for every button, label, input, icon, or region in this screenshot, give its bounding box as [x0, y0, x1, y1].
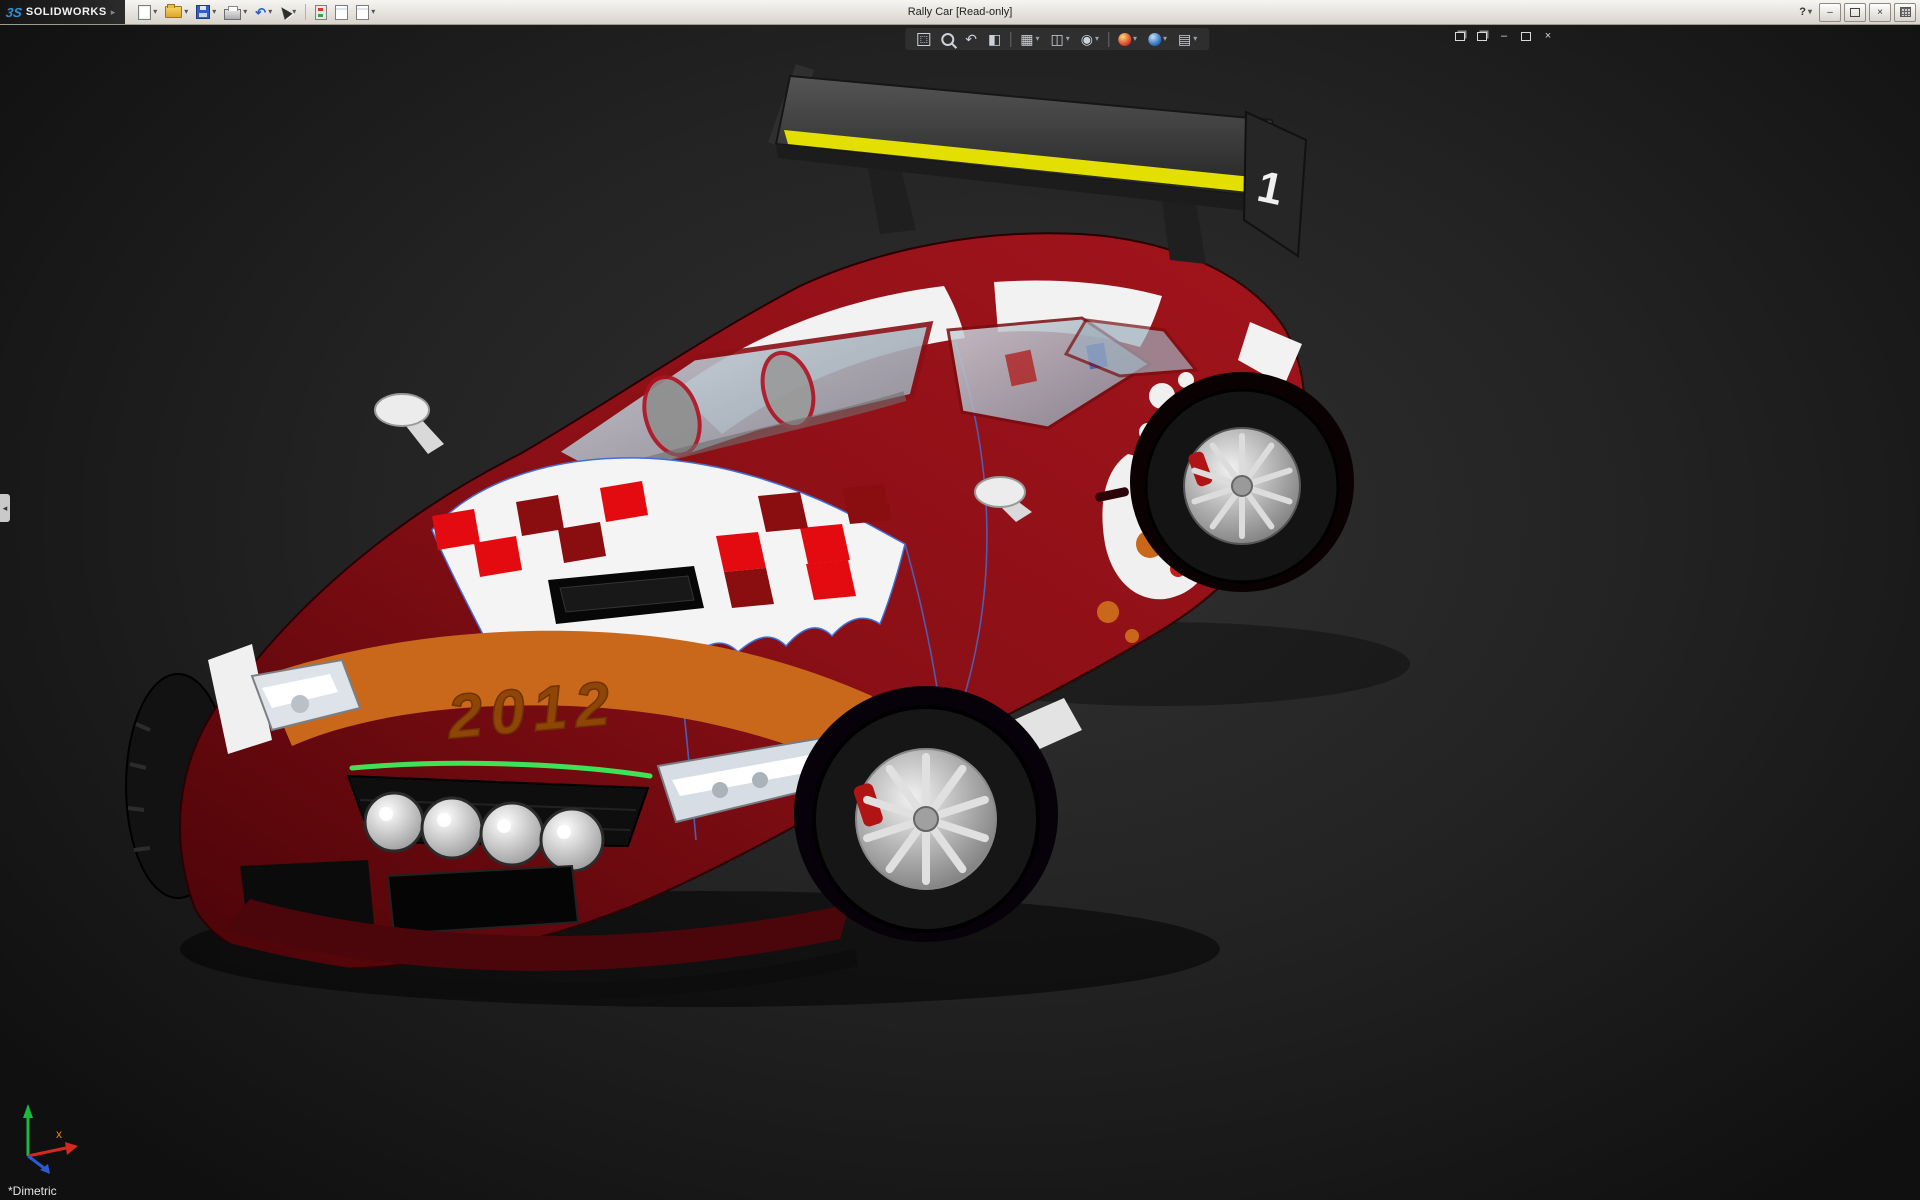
left-mirror — [374, 393, 430, 427]
rebuild-icon — [315, 4, 328, 20]
graphics-viewport[interactable]: 2012 1 ↶ ◧ ▦ ▾ ◫ ▾ ◉ ▾ ▾ ▾ ▤ ▾ – × ◂ x *… — [0, 24, 1920, 1200]
file-properties-icon — [335, 4, 349, 20]
display-style-caret-icon: ▾ — [1065, 34, 1070, 43]
x-axis-arrow-icon — [65, 1142, 78, 1155]
tile-windows-icon — [1477, 31, 1487, 41]
display-style-icon: ◫ — [1050, 31, 1064, 47]
zoom-to-area-button[interactable] — [939, 32, 956, 47]
undo-arrow-icon: ↶ — [255, 4, 267, 20]
apply-scene-caret-icon: ▾ — [1163, 34, 1168, 43]
license-plate — [386, 864, 580, 936]
hide-show-caret-icon: ▾ — [1094, 34, 1099, 43]
title-bar: 3S SOLIDWORKS ▸ ▾ ▾ ▾ ▾ ↶ ▾ ▾ ▾ Rally Ca… — [0, 0, 1920, 25]
quick-access-toolbar: ▾ ▾ ▾ ▾ ↶ ▾ ▾ ▾ — [125, 3, 378, 22]
close-icon: × — [1877, 6, 1883, 18]
save-caret-icon[interactable]: ▾ — [212, 8, 216, 16]
rally-car-model[interactable]: 2012 1 — [0, 24, 1920, 1200]
hide-show-items-button[interactable]: ◉ ▾ — [1079, 31, 1101, 47]
restore-document-button[interactable] — [1518, 29, 1534, 43]
customize-button[interactable] — [1894, 2, 1916, 22]
options-button[interactable]: ▾ — [353, 3, 378, 22]
restore-document-icon — [1521, 31, 1531, 41]
previous-view-icon: ↶ — [965, 31, 978, 47]
print-button[interactable]: ▾ — [221, 3, 250, 22]
open-button[interactable]: ▾ — [162, 4, 191, 20]
save-floppy-icon — [196, 5, 211, 19]
zoom-to-fit-icon — [917, 32, 931, 46]
open-folder-icon — [165, 4, 183, 18]
help-caret-icon: ▾ — [1807, 7, 1812, 16]
previous-view-button[interactable]: ↶ — [963, 31, 979, 47]
solidworks-menu-button[interactable]: 3S SOLIDWORKS ▸ — [0, 0, 126, 24]
close-document-icon: × — [1544, 30, 1552, 42]
edit-appearance-caret-icon: ▾ — [1132, 34, 1138, 43]
solidworks-logo-text: SOLIDWORKS — [25, 6, 107, 18]
maximize-window-button[interactable] — [1844, 2, 1866, 22]
view-settings-caret-icon: ▾ — [1193, 34, 1198, 43]
print-caret-icon[interactable]: ▾ — [243, 8, 247, 16]
edit-appearance-button[interactable]: ▾ — [1116, 32, 1139, 47]
view-settings-button[interactable]: ▤ ▾ — [1176, 31, 1199, 47]
rear-right-wheel[interactable] — [1130, 372, 1354, 592]
collapse-arrow-icon: ◂ — [2, 502, 8, 513]
new-document-caret-icon[interactable]: ▾ — [153, 8, 157, 16]
document-window-controls: – × — [1452, 29, 1556, 43]
menu-expand-icon: ▸ — [110, 6, 116, 17]
hud-separator — [1107, 31, 1109, 47]
select-cursor-icon — [277, 4, 293, 20]
x-axis-label: x — [56, 1127, 62, 1141]
view-orientation-label: *Dimetric — [8, 1184, 57, 1198]
new-window-icon — [1455, 31, 1465, 41]
minimize-window-button[interactable]: – — [1819, 2, 1841, 22]
print-icon — [224, 5, 242, 20]
help-icon: ? — [1799, 6, 1806, 18]
maximize-icon — [1850, 7, 1860, 17]
select-button[interactable]: ▾ — [277, 4, 299, 20]
minimize-document-button[interactable]: – — [1496, 29, 1512, 43]
zoom-to-area-icon — [941, 32, 955, 46]
undo-caret-icon[interactable]: ▾ — [268, 8, 272, 16]
toolbar-separator — [305, 4, 307, 20]
select-caret-icon[interactable]: ▾ — [292, 8, 296, 16]
help-button[interactable]: ? ▾ — [1795, 5, 1816, 19]
undo-button[interactable]: ↶ ▾ — [252, 4, 275, 21]
new-window-button[interactable] — [1452, 29, 1468, 43]
zoom-to-fit-button[interactable] — [915, 32, 932, 47]
options-caret-icon[interactable]: ▾ — [371, 8, 375, 16]
view-orientation-button[interactable]: ▦ ▾ — [1018, 31, 1041, 47]
reference-triad[interactable]: x — [10, 1094, 94, 1178]
y-axis-arrow-icon — [23, 1104, 33, 1118]
display-style-button[interactable]: ◫ ▾ — [1049, 31, 1072, 47]
right-mirror — [974, 476, 1026, 508]
solidworks-logo-mark-icon: 3S — [4, 4, 23, 20]
edit-appearance-icon — [1117, 32, 1131, 46]
save-button[interactable]: ▾ — [193, 3, 219, 21]
minimize-icon: – — [1827, 6, 1833, 18]
section-view-button[interactable]: ◧ — [986, 31, 1003, 47]
heads-up-view-toolbar: ↶ ◧ ▦ ▾ ◫ ▾ ◉ ▾ ▾ ▾ ▤ ▾ — [905, 28, 1210, 50]
grid-icon — [1899, 7, 1911, 17]
view-orientation-icon: ▦ — [1020, 31, 1034, 47]
close-window-button[interactable]: × — [1869, 2, 1891, 22]
open-caret-icon[interactable]: ▾ — [184, 8, 188, 16]
section-view-icon: ◧ — [988, 31, 1002, 47]
hide-show-items-icon: ◉ — [1080, 31, 1093, 47]
close-document-button[interactable]: × — [1540, 29, 1556, 43]
new-document-button[interactable]: ▾ — [135, 3, 160, 22]
apply-scene-button[interactable]: ▾ — [1146, 32, 1169, 47]
view-settings-icon: ▤ — [1178, 31, 1192, 47]
hud-separator — [1010, 31, 1012, 47]
minimize-document-icon: – — [1500, 30, 1508, 42]
rebuild-button[interactable] — [312, 3, 330, 22]
view-orientation-caret-icon: ▾ — [1035, 34, 1040, 43]
front-right-wheel[interactable] — [794, 686, 1058, 942]
window-controls: ? ▾ – × — [1795, 2, 1920, 22]
tile-windows-button[interactable] — [1474, 29, 1490, 43]
options-icon — [356, 4, 370, 20]
featuremanager-collapse-tab[interactable]: ◂ — [0, 494, 10, 522]
new-document-icon — [138, 4, 152, 20]
apply-scene-icon — [1148, 32, 1162, 46]
file-properties-button[interactable] — [332, 3, 351, 22]
